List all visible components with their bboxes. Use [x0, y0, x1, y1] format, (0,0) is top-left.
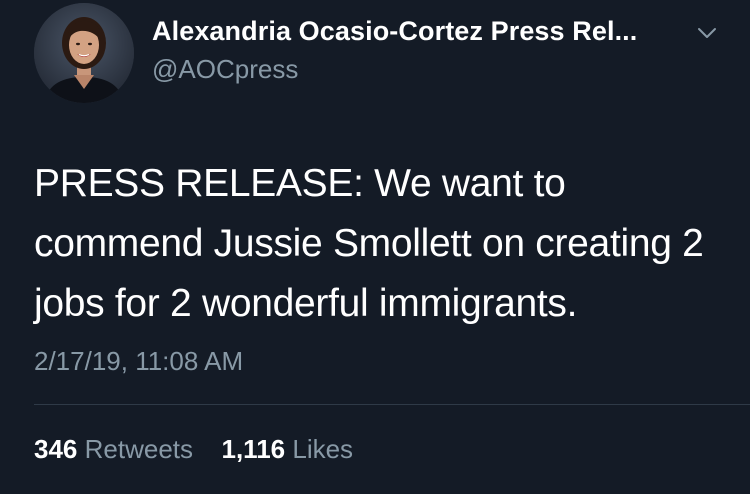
likes-count: 1,116: [221, 434, 286, 464]
likes-label: Likes: [292, 434, 354, 464]
tweet-timestamp[interactable]: 2/17/19, 11:08 AM: [34, 346, 243, 377]
tweet-card: Alexandria Ocasio-Cortez Press Rel... @A…: [0, 0, 750, 494]
avatar-image: [34, 3, 134, 103]
retweets-count: 346: [34, 434, 78, 464]
divider: [34, 404, 750, 405]
retweets-stat[interactable]: 346 Retweets: [34, 434, 200, 464]
retweets-label: Retweets: [84, 434, 194, 464]
account-name[interactable]: Alexandria Ocasio-Cortez Press Rel...: [152, 16, 637, 47]
chevron-down-icon[interactable]: [696, 22, 718, 44]
account-handle[interactable]: @AOCpress: [152, 54, 298, 85]
tweet-text: PRESS RELEASE: We want to commend Jussie…: [34, 162, 704, 325]
avatar[interactable]: [34, 3, 134, 103]
tweet-stats: 346 Retweets 1,116 Likes: [34, 434, 353, 465]
likes-stat[interactable]: 1,116 Likes: [221, 434, 353, 464]
